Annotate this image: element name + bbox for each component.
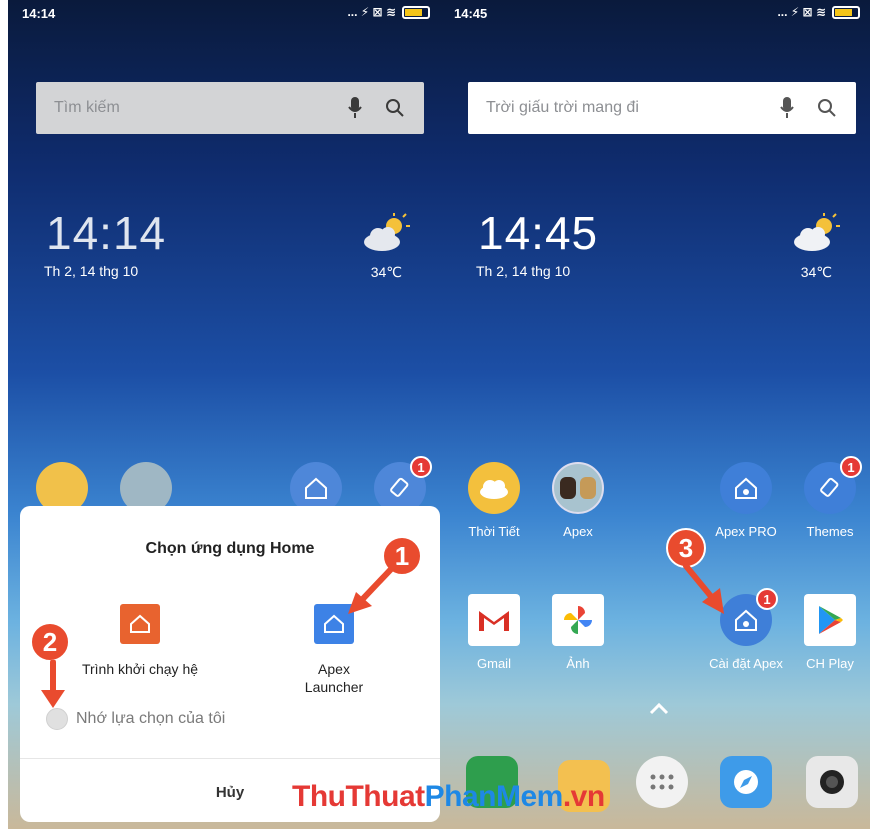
app-apex-pro[interactable]: Apex PRO: [706, 462, 786, 539]
app-apex-folder[interactable]: Apex: [538, 462, 618, 539]
remember-label: Nhớ lựa chọn của tôi: [76, 710, 226, 727]
status-bar: 14:14 ... ⚡ ⊠ ≋: [8, 0, 440, 26]
app-label: Ảnh: [566, 656, 590, 671]
divider: [20, 758, 440, 759]
clock-date: Th 2, 14 thg 10: [44, 263, 139, 279]
temperature: 34℃: [370, 264, 402, 280]
dialog-title: Chọn ứng dụng Home: [145, 540, 315, 557]
photos-icon: [552, 594, 604, 646]
app-label: Apex: [563, 524, 593, 539]
clock-time: 14:14: [46, 207, 167, 259]
battery-icon: [832, 5, 860, 19]
status-time: 14:14: [22, 6, 56, 21]
status-time: 14:45: [454, 6, 488, 21]
watermark-logo: ThuThuatPhanMem.vn: [292, 780, 605, 813]
search-icon[interactable]: [812, 93, 842, 123]
arrow-icon: [348, 563, 397, 614]
status-glyphs: ... ⚡ ⊠ ≋: [777, 5, 826, 19]
search-placeholder[interactable]: Tìm kiếm: [54, 99, 330, 117]
app-themes[interactable]: 1 Themes: [790, 456, 870, 539]
search-bar[interactable]: Tìm kiếm: [36, 82, 424, 134]
arrow-icon: [41, 660, 65, 708]
app-label: Apex PRO: [715, 524, 777, 539]
app-label: Themes: [806, 524, 854, 539]
chevron-up-icon[interactable]: [648, 702, 670, 716]
home-icon: [120, 604, 160, 644]
app-play-store[interactable]: CH Play: [790, 594, 870, 671]
clock-date: Th 2, 14 thg 10: [476, 263, 571, 279]
left-screen: 14:14 ... ⚡ ⊠ ≋ Tìm kiếm 14:14 Th 2, 14 …: [8, 0, 440, 829]
app-label: Cài đặt Apex: [709, 656, 783, 671]
app-label: Gmail: [477, 656, 511, 671]
remember-choice-checkbox[interactable]: Nhớ lựa chọn của tôi: [46, 708, 225, 730]
choice-label: Trình khởi chạy hệ: [81, 661, 199, 677]
notification-badge: 1: [756, 588, 778, 610]
status-glyphs: ... ⚡ ⊠ ≋: [347, 5, 396, 19]
notification-badge: 1: [410, 456, 432, 478]
temperature: 34℃: [800, 264, 832, 280]
folder-icon: [552, 462, 604, 514]
apex-pro-icon: [720, 462, 772, 514]
choice-label: Apex Launcher: [304, 661, 364, 695]
microphone-icon[interactable]: [340, 93, 370, 123]
themes-icon: 1: [804, 456, 862, 514]
app-photos[interactable]: Ảnh: [538, 594, 618, 671]
battery-icon: [402, 5, 430, 19]
app-label: CH Play: [806, 656, 854, 671]
weather-cloud-sun-icon: [794, 213, 840, 251]
microphone-icon[interactable]: [772, 93, 802, 123]
weather-icon: [468, 462, 520, 514]
camera-icon[interactable]: [806, 756, 858, 808]
choice-system-launcher[interactable]: Trình khởi chạy hệ: [80, 604, 200, 678]
search-placeholder[interactable]: Trời giấu trời mang đi: [486, 99, 762, 117]
browser-icon[interactable]: [720, 756, 772, 808]
app-label: Thời Tiết: [468, 524, 520, 539]
status-bar: 14:45 ... ⚡ ⊠ ≋: [440, 0, 870, 26]
radio-button[interactable]: [46, 708, 68, 730]
search-bar[interactable]: Trời giấu trời mang đi: [468, 82, 856, 134]
play-store-icon: [804, 594, 856, 646]
search-icon[interactable]: [380, 93, 410, 123]
arrow-icon: [683, 563, 724, 614]
app-weather[interactable]: Thời Tiết: [454, 462, 534, 539]
gmail-icon: [468, 594, 520, 646]
status-icons: ... ⚡ ⊠ ≋: [777, 5, 860, 19]
right-screen: 14:45 ... ⚡ ⊠ ≋ Trời giấu trời mang đi 1…: [440, 0, 870, 829]
notification-badge: 1: [840, 456, 862, 478]
weather-cloud-sun-icon: [364, 213, 410, 251]
callout-2: 2: [30, 622, 70, 662]
clock-time: 14:45: [478, 207, 599, 259]
status-icons: ... ⚡ ⊠ ≋: [347, 5, 430, 19]
app-gmail[interactable]: Gmail: [454, 594, 534, 671]
app-drawer-icon[interactable]: [636, 756, 688, 808]
choose-home-dialog: Chọn ứng dụng Home Trình khởi chạy hệ Ap…: [20, 506, 440, 822]
